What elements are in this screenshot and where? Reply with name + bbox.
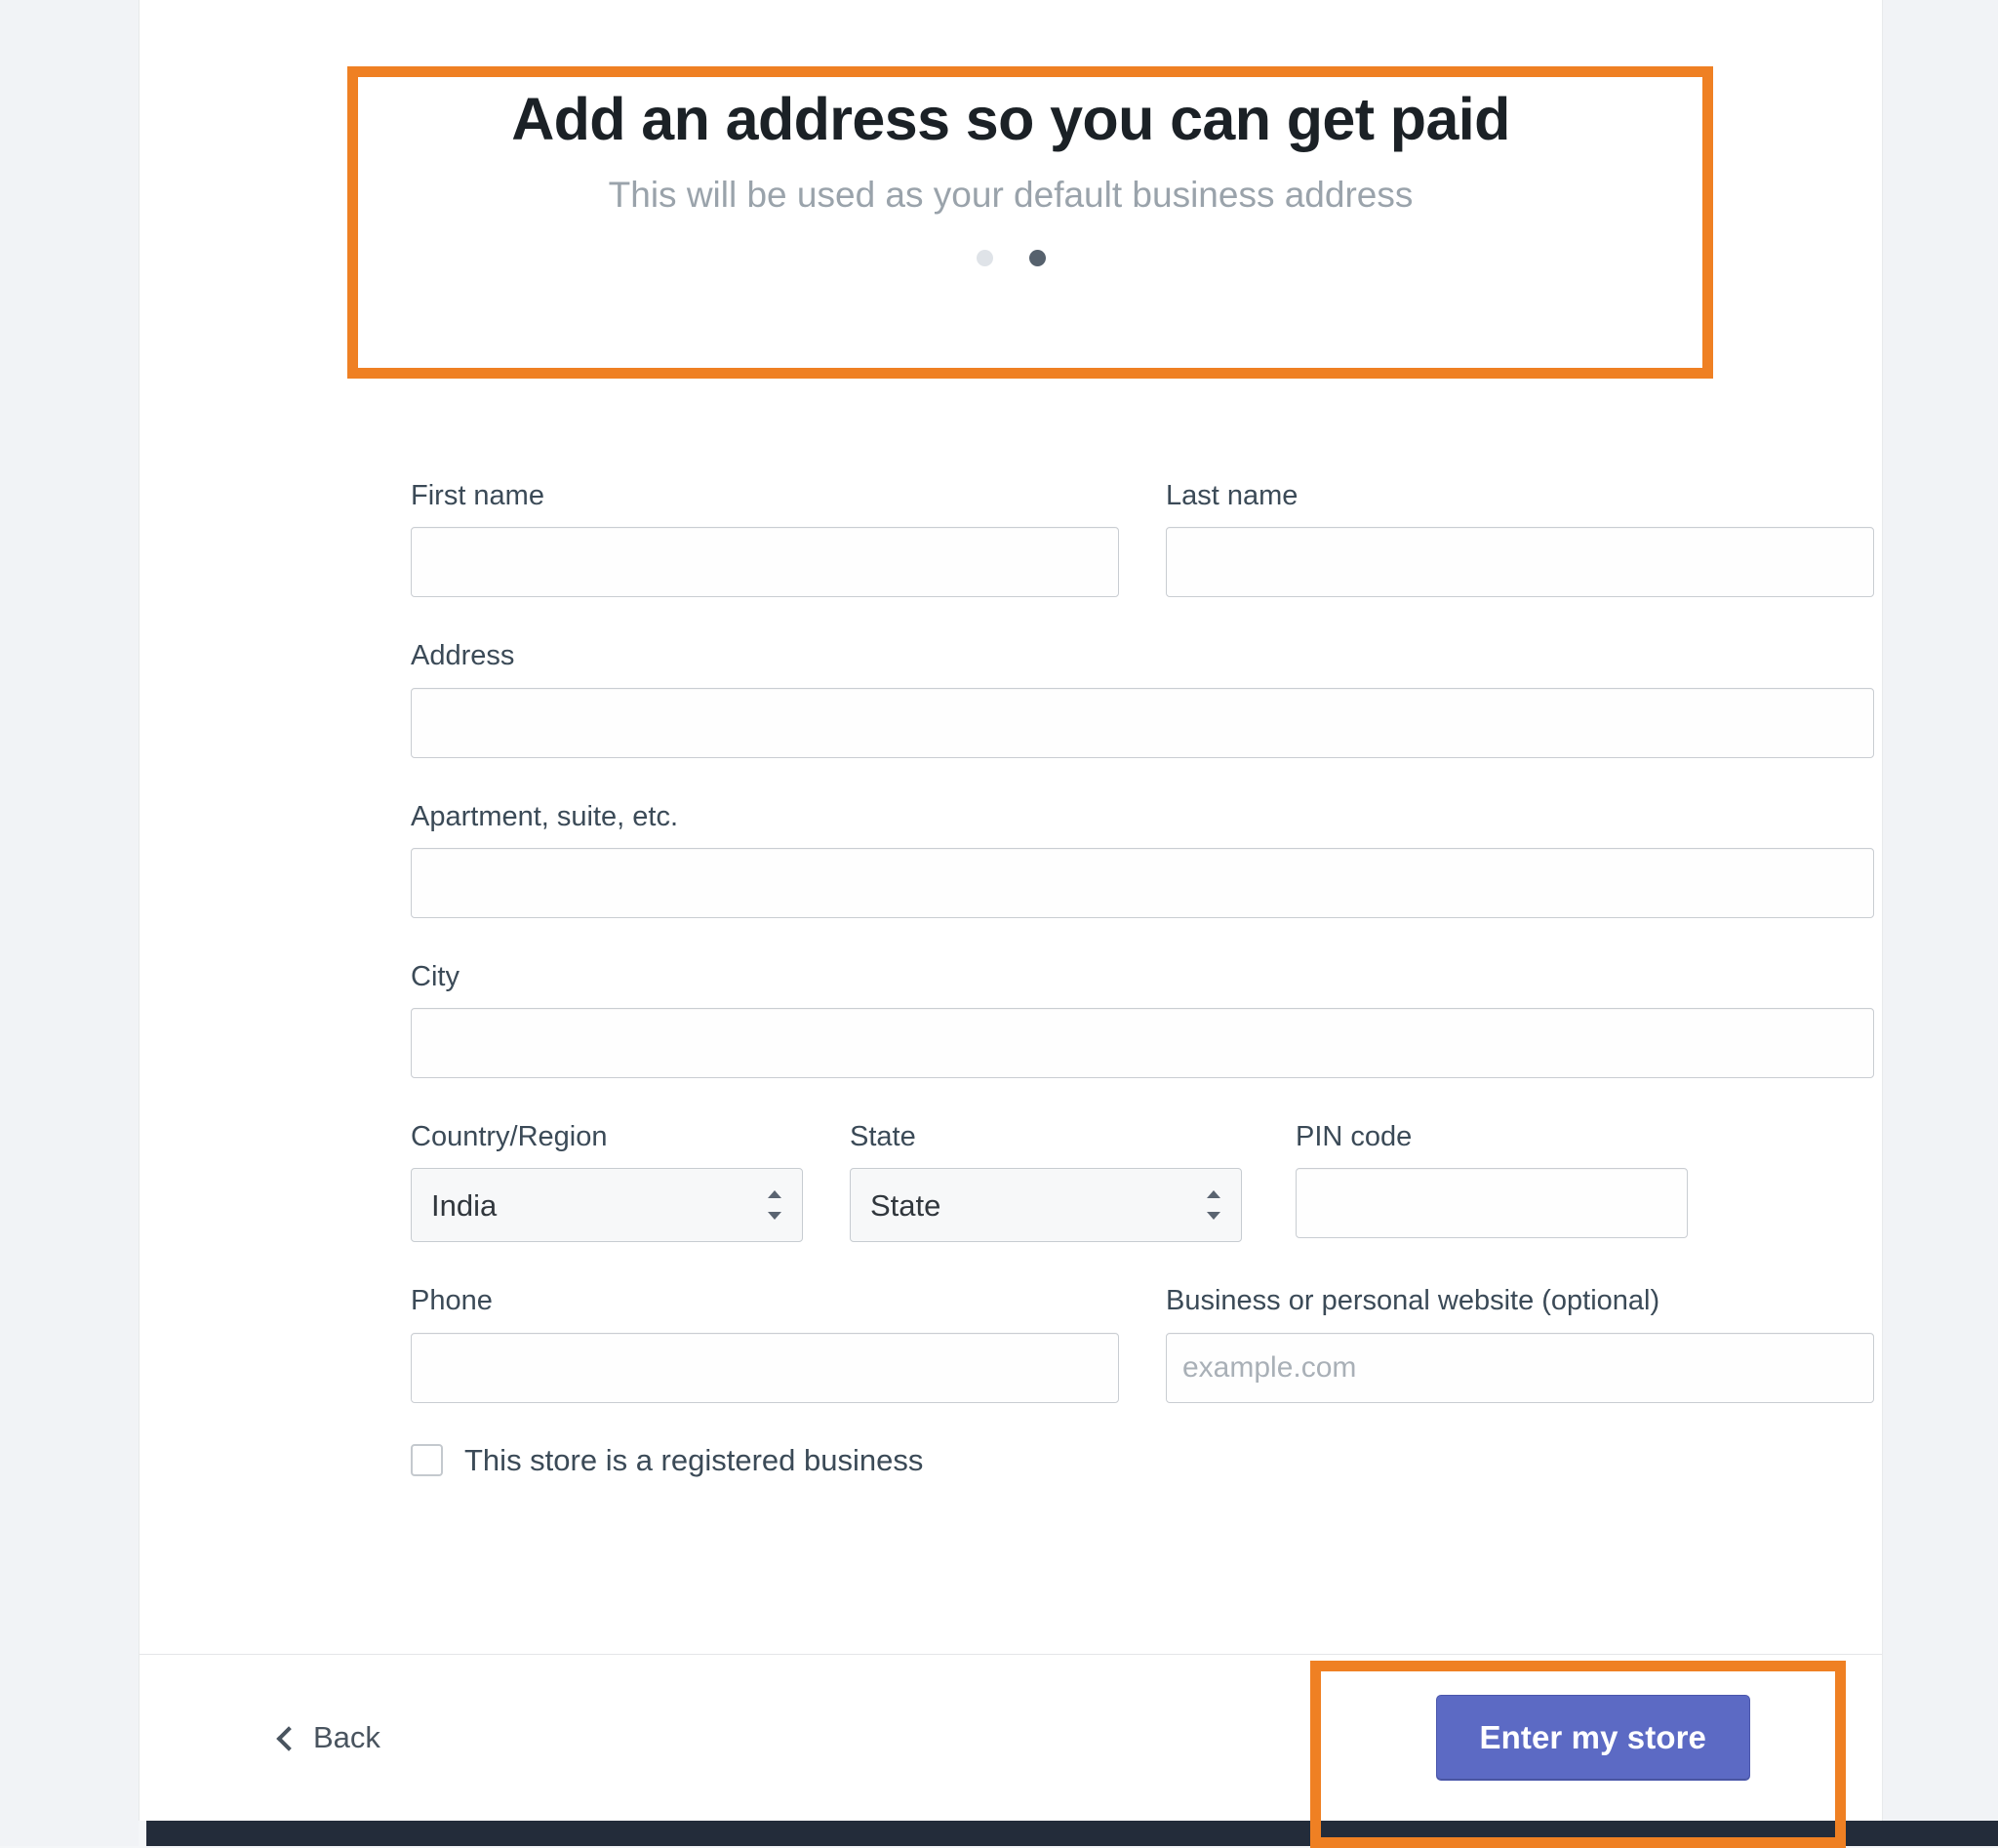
address-group: Address — [411, 638, 1874, 758]
first-name-group: First name — [411, 478, 1119, 598]
back-button-label: Back — [313, 1720, 380, 1754]
city-label: City — [411, 960, 460, 992]
city-row: City — [411, 959, 1874, 1078]
chevron-left-icon — [276, 1728, 296, 1748]
onboarding-card: Add an address so you can get paid This … — [139, 0, 1883, 1821]
registered-business-checkbox[interactable] — [411, 1443, 443, 1476]
page-subtitle: This will be used as your default busine… — [608, 174, 1414, 215]
apartment-input[interactable] — [411, 847, 1874, 918]
stepper-updown-icon — [768, 1190, 781, 1221]
state-selected-value: State — [870, 1187, 941, 1223]
locale-spacer-2 — [1242, 1119, 1296, 1242]
page-title: Add an address so you can get paid — [511, 86, 1510, 152]
apartment-group: Apartment, suite, etc. — [411, 799, 1874, 918]
contact-row: Phone Business or personal website (opti… — [411, 1283, 1874, 1403]
pagination-dot-1[interactable] — [976, 250, 993, 267]
state-label: State — [850, 1121, 916, 1152]
state-select[interactable]: State — [850, 1168, 1242, 1243]
apartment-label: Apartment, suite, etc. — [411, 800, 679, 832]
first-name-input[interactable] — [411, 527, 1119, 598]
page-gutter-right — [1883, 0, 1998, 1846]
pagination-dot-2-active[interactable] — [1028, 250, 1046, 267]
name-row: First name Last name — [411, 478, 1874, 598]
website-group: Business or personal website (optional) — [1166, 1283, 1874, 1403]
city-group: City — [411, 959, 1874, 1078]
back-button[interactable]: Back — [276, 1720, 380, 1755]
footer-actions: Back Enter my store — [140, 1655, 1882, 1821]
contact-spacer — [1119, 1283, 1166, 1402]
row-spacer — [1119, 478, 1166, 597]
locale-row: Country/Region India State State PIN cod… — [411, 1119, 1874, 1243]
address-form: First name Last name Address Apartment, … — [411, 478, 1874, 1476]
country-select[interactable]: India — [411, 1168, 803, 1243]
pin-code-input[interactable] — [1296, 1168, 1688, 1239]
address-row: Address — [411, 638, 1874, 758]
state-group: State State — [850, 1119, 1242, 1243]
enter-my-store-button[interactable]: Enter my store — [1435, 1695, 1750, 1781]
state-select-wrap: State — [850, 1168, 1242, 1243]
last-name-input[interactable] — [1166, 527, 1874, 598]
last-name-group: Last name — [1166, 478, 1874, 598]
first-name-label: First name — [411, 480, 544, 511]
phone-group: Phone — [411, 1283, 1119, 1403]
address-input[interactable] — [411, 687, 1874, 758]
website-input[interactable] — [1166, 1332, 1874, 1403]
stepper-updown-icon — [1207, 1190, 1220, 1221]
phone-input[interactable] — [411, 1332, 1119, 1403]
apartment-row: Apartment, suite, etc. — [411, 799, 1874, 918]
page-gutter-left — [0, 0, 139, 1846]
last-name-label: Last name — [1166, 480, 1299, 511]
header: Add an address so you can get paid This … — [140, 86, 1882, 267]
pagination-dots — [140, 250, 1882, 267]
address-label: Address — [411, 640, 515, 672]
pin-code-label: PIN code — [1296, 1121, 1413, 1152]
country-select-wrap: India — [411, 1168, 803, 1243]
registered-business-row[interactable]: This store is a registered business — [411, 1442, 1874, 1477]
city-input[interactable] — [411, 1008, 1874, 1078]
website-label: Business or personal website (optional) — [1166, 1285, 1660, 1317]
bottom-bar — [146, 1821, 1998, 1846]
country-selected-value: India — [431, 1187, 498, 1223]
country-label: Country/Region — [411, 1121, 608, 1152]
phone-label: Phone — [411, 1285, 493, 1317]
pin-code-group: PIN code — [1296, 1119, 1688, 1242]
registered-business-label: This store is a registered business — [464, 1442, 924, 1477]
country-group: Country/Region India — [411, 1119, 803, 1243]
locale-spacer-1 — [803, 1119, 850, 1242]
